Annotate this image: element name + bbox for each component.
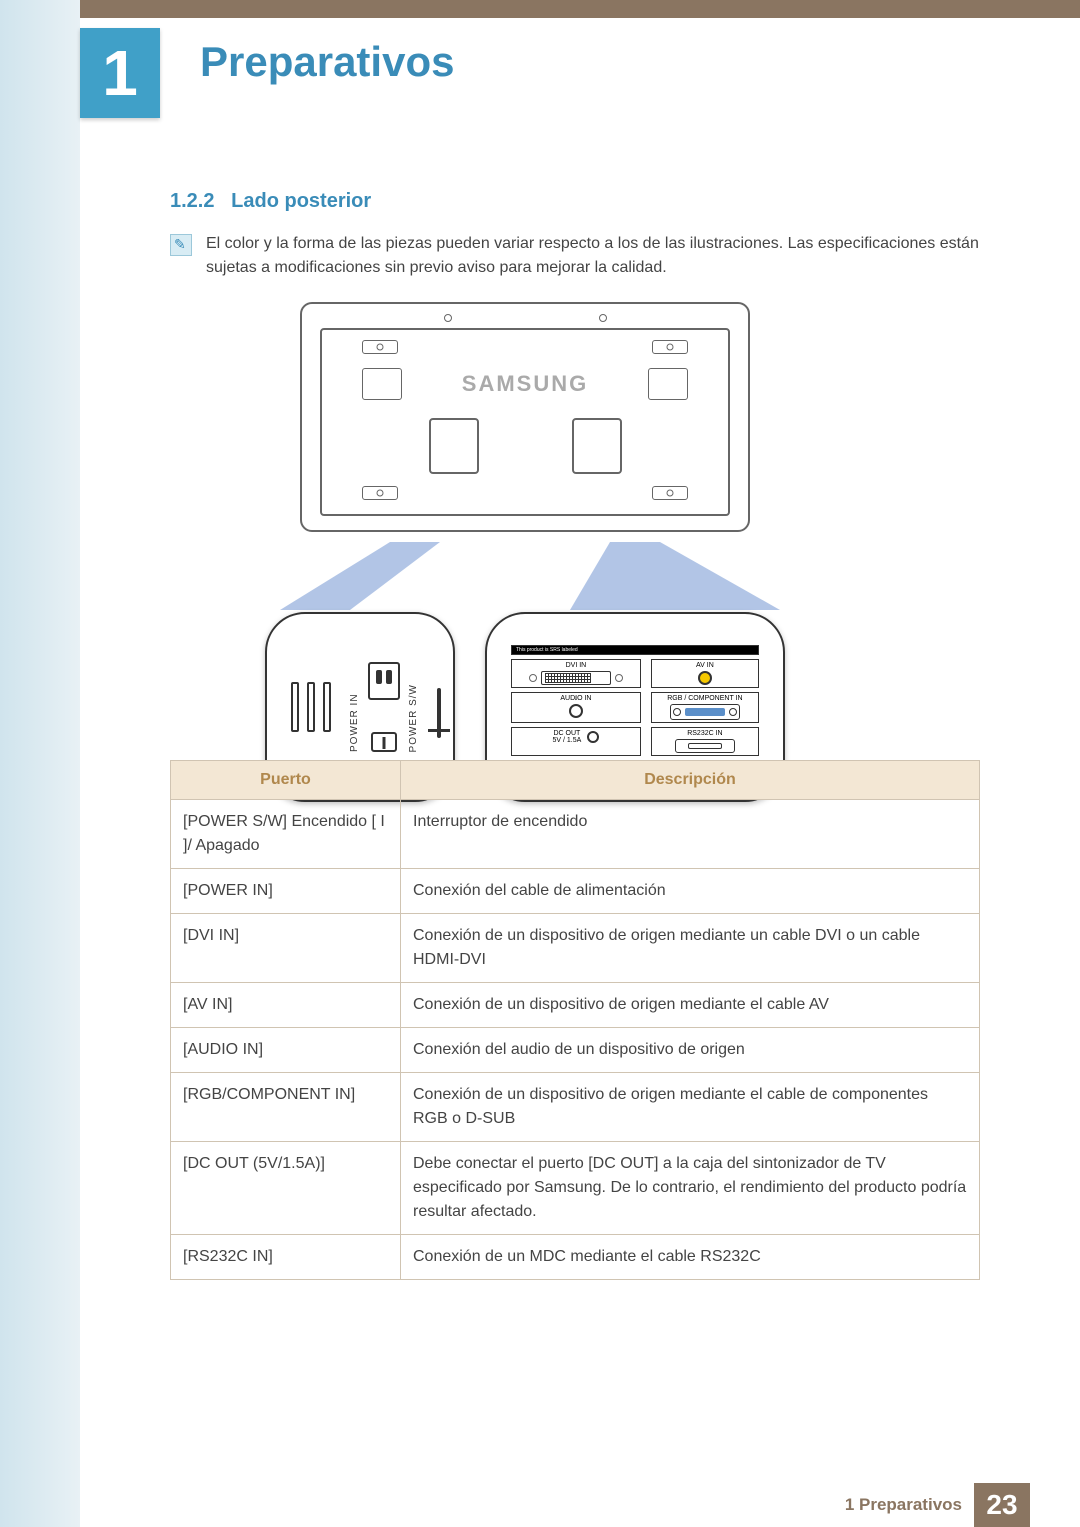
footer-chapter-label: 1 Preparativos xyxy=(845,1495,962,1515)
port-spec: 5V / 1.5A xyxy=(553,737,582,744)
dc-jack-icon xyxy=(587,731,599,743)
vent-slot-icon xyxy=(652,340,688,354)
vent-slot-icon xyxy=(652,486,688,500)
desc-cell: Conexión del cable de alimentación xyxy=(401,869,980,914)
power-sw-label: POWER S/W xyxy=(408,684,419,752)
table-header-port: Puerto xyxy=(171,761,401,800)
section-title: Lado posterior xyxy=(231,190,371,212)
power-in-label: POWER IN xyxy=(349,662,360,752)
table-row: [RGB/COMPONENT IN] Conexión de un dispos… xyxy=(171,1073,980,1142)
desc-cell: Conexión de un dispositivo de origen med… xyxy=(401,1073,980,1142)
port-cell: [POWER S/W] Encendido [ I ]/ Apagado xyxy=(171,800,401,869)
footer-page-number: 23 xyxy=(974,1483,1030,1527)
table-row: [AUDIO IN] Conexión del audio de un disp… xyxy=(171,1028,980,1073)
table-row: [AV IN] Conexión de un dispositivo de or… xyxy=(171,983,980,1028)
port-cell: [POWER IN] xyxy=(171,869,401,914)
right-port-panel-icon xyxy=(572,418,622,474)
mount-hole-icon xyxy=(444,314,452,322)
dvi-connector-icon xyxy=(541,671,611,685)
av-in-port: AV IN xyxy=(651,659,759,688)
monitor-inner-frame: SAMSUNG xyxy=(320,328,730,516)
port-cell: [DVI IN] xyxy=(171,914,401,983)
mount-hole-icon xyxy=(599,314,607,322)
brand-logo: SAMSUNG xyxy=(462,371,588,397)
rear-diagram: SAMSUNG POWER IN xyxy=(260,302,790,802)
top-bar xyxy=(80,0,1080,18)
vent-slot-icon xyxy=(362,340,398,354)
table-row: [DC OUT (5V/1.5A)] Debe conectar el puer… xyxy=(171,1142,980,1235)
power-switch-icon xyxy=(371,732,397,752)
chapter-number-tab: 1 xyxy=(80,28,160,118)
desc-cell: Interruptor de encendido xyxy=(401,800,980,869)
power-inlet-icon xyxy=(368,662,400,700)
rgb-component-in-port: RGB / COMPONENT IN xyxy=(651,692,759,723)
desc-cell: Debe conectar el puerto [DC OUT] a la ca… xyxy=(401,1142,980,1235)
desc-cell: Conexión de un MDC mediante el cable RS2… xyxy=(401,1235,980,1280)
table-row: [DVI IN] Conexión de un dispositivo de o… xyxy=(171,914,980,983)
note-block: El color y la forma de las piezas pueden… xyxy=(170,232,980,280)
table-row: [POWER IN] Conexión del cable de aliment… xyxy=(171,869,980,914)
port-label: AV IN xyxy=(696,662,714,669)
table-row: [POWER S/W] Encendido [ I ]/ Apagado Int… xyxy=(171,800,980,869)
ir-window-icon xyxy=(437,688,441,738)
port-label: RS232C IN xyxy=(687,730,722,737)
section-number: 1.2.2 xyxy=(170,190,214,212)
table-header-desc: Descripción xyxy=(401,761,980,800)
port-cell: [RS232C IN] xyxy=(171,1235,401,1280)
port-cell: [DC OUT (5V/1.5A)] xyxy=(171,1142,401,1235)
dsub-connector-icon xyxy=(670,704,740,720)
chapter-number: 1 xyxy=(102,36,138,110)
desc-cell: Conexión de un dispositivo de origen med… xyxy=(401,983,980,1028)
pointer-lines-icon xyxy=(260,532,790,612)
rca-yellow-jack-icon xyxy=(698,671,712,685)
dc-out-port: DC OUT 5V / 1.5A xyxy=(511,727,641,756)
rs232c-in-port: RS232C IN xyxy=(651,727,759,756)
table-row: [RS232C IN] Conexión de un MDC mediante … xyxy=(171,1235,980,1280)
section-heading: 1.2.2 Lado posterior xyxy=(170,190,371,213)
ports-table: Puerto Descripción [POWER S/W] Encendido… xyxy=(170,760,980,1280)
port-label: RGB / COMPONENT IN xyxy=(667,695,742,702)
note-text: El color y la forma de las piezas pueden… xyxy=(206,232,980,280)
rs232-connector-icon xyxy=(675,739,735,753)
desc-cell: Conexión del audio de un dispositivo de … xyxy=(401,1028,980,1073)
access-door-icon xyxy=(648,368,688,400)
left-port-panel-icon xyxy=(429,418,479,474)
audio-jack-icon xyxy=(569,704,583,718)
port-label: DC OUT xyxy=(553,730,582,737)
port-cell: [RGB/COMPONENT IN] xyxy=(171,1073,401,1142)
port-label: DVI IN xyxy=(566,662,587,669)
port-cell: [AUDIO IN] xyxy=(171,1028,401,1073)
pencil-note-icon xyxy=(170,234,192,256)
desc-cell: Conexión de un dispositivo de origen med… xyxy=(401,914,980,983)
page-footer: 1 Preparativos 23 xyxy=(0,1483,1080,1527)
chapter-title: Preparativos xyxy=(200,38,454,86)
access-door-icon xyxy=(362,368,402,400)
audio-in-port: ↓ AUDIO IN xyxy=(511,692,641,723)
port-cell: [AV IN] xyxy=(171,983,401,1028)
ac-cord-slots-icon xyxy=(291,682,331,732)
vent-slot-icon xyxy=(362,486,398,500)
cert-label-strip: This product is SRS labeled xyxy=(511,645,759,655)
dvi-in-port: DVI IN xyxy=(511,659,641,688)
left-sidebar xyxy=(0,0,80,1527)
monitor-back-outline: SAMSUNG xyxy=(300,302,750,532)
